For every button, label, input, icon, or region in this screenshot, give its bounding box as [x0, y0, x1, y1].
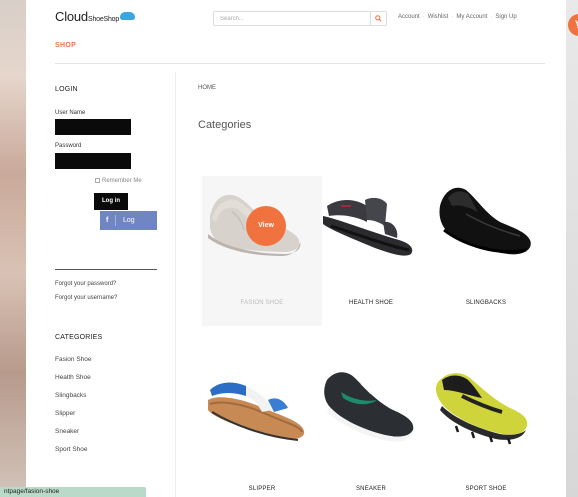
product-name[interactable]: FASION SHOE [202, 300, 322, 306]
search-button[interactable] [370, 12, 386, 25]
logo-sub-text: ShoeShop [87, 16, 120, 23]
category-fasion-shoe[interactable]: Fasion Shoe [55, 356, 92, 363]
login-button[interactable]: Log in [94, 193, 128, 210]
wishlist-link[interactable]: Wishlist [428, 14, 449, 20]
product-card-health-shoe[interactable]: HEALTH SHOE [311, 176, 431, 326]
loafer-black-icon [439, 187, 531, 255]
search-icon [375, 15, 382, 22]
blurred-left-edge [0, 0, 26, 497]
facebook-icon: f [106, 217, 109, 224]
category-sport-shoe[interactable]: Sport Shoe [55, 446, 88, 453]
football-boot-yellow-icon [435, 373, 528, 445]
username-field[interactable] [55, 119, 131, 135]
site-logo[interactable]: CloudShoeShop [55, 9, 136, 24]
product-name[interactable]: SPORT SHOE [426, 486, 546, 492]
forgot-username-link[interactable]: Forgot your username? [55, 295, 117, 301]
search-box [213, 11, 387, 26]
login-title: LOGIN [55, 86, 78, 93]
category-health-shoe[interactable]: Health Shoe [55, 374, 91, 381]
product-card-slingbacks[interactable]: SLINGBACKS [426, 176, 546, 326]
facebook-button-label: Log [123, 217, 135, 224]
sneaker-black-icon [324, 372, 414, 442]
flipflop-blue-icon [208, 382, 305, 441]
sidebar-rule [55, 269, 157, 270]
product-name[interactable]: SLIPPER [202, 486, 322, 492]
logo-main-text: Cloud [55, 9, 88, 24]
cart-icon [575, 20, 578, 29]
page: CloudShoeShop Account·Wishlist·My Accoun… [28, 0, 578, 497]
remember-me-checkbox[interactable] [95, 178, 100, 183]
product-card-fasion-shoe[interactable]: View FASION SHOE [202, 176, 322, 326]
password-label: Password [55, 143, 82, 149]
page-title: Categories [198, 119, 252, 131]
nav-shop-link[interactable]: SHOP [55, 42, 76, 49]
remember-me[interactable]: Remember Me [95, 178, 142, 184]
product-card-sneaker[interactable]: SNEAKER [311, 360, 431, 497]
facebook-button-divider [115, 215, 116, 226]
breadcrumb[interactable]: HOME [198, 85, 216, 91]
search-input[interactable] [214, 12, 368, 25]
category-slipper[interactable]: Slipper [55, 410, 75, 417]
category-slingbacks[interactable]: Slingbacks [55, 392, 86, 399]
blurred-right-edge [566, 0, 578, 497]
username-label: User Name [55, 110, 86, 116]
sandal-black-icon [323, 197, 413, 256]
product-name[interactable]: SLINGBACKS [426, 300, 546, 306]
password-field[interactable] [55, 153, 131, 169]
my-account-link[interactable]: My Account [456, 14, 487, 20]
remember-me-label: Remember Me [102, 178, 142, 184]
header-divider [55, 63, 545, 64]
product-card-slipper[interactable]: SLIPPER [202, 360, 322, 497]
account-link[interactable]: Account [398, 14, 420, 20]
product-name[interactable]: SNEAKER [311, 486, 431, 492]
sidebar-divider [175, 72, 176, 497]
view-button[interactable]: View [246, 206, 286, 246]
sign-up-link[interactable]: Sign Up [495, 14, 516, 20]
product-card-sport-shoe[interactable]: SPORT SHOE [426, 360, 546, 497]
categories-title: CATEGORIES [55, 334, 103, 341]
browser-status-bar: ntpage/fasion-shoe [0, 487, 146, 497]
forgot-password-link[interactable]: Forgot your password? [55, 281, 116, 287]
top-links: Account · Wishlist · My Account · Sign Up [398, 14, 517, 20]
facebook-login-button[interactable]: f Log [100, 211, 157, 230]
cloud-icon [120, 12, 136, 20]
category-sneaker[interactable]: Sneaker [55, 428, 79, 435]
product-name[interactable]: HEALTH SHOE [311, 300, 431, 306]
